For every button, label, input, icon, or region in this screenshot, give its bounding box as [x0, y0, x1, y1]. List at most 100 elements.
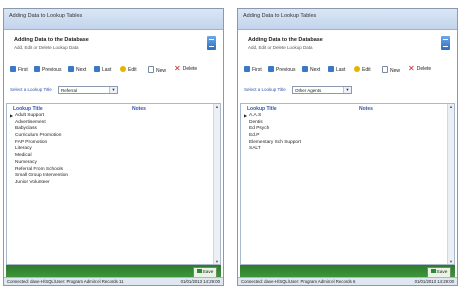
- header-title: Adding Data to the Database: [14, 37, 89, 43]
- new-button[interactable]: New: [148, 66, 166, 74]
- edit-icon: [120, 66, 126, 72]
- grid-rows: ▶ Adult Support Advertisement Babyclass Curr…: [10, 113, 68, 187]
- new-page-icon: [148, 66, 154, 73]
- column-header-notes[interactable]: Notes: [132, 106, 146, 112]
- lookup-title-cell: Numeracy: [15, 159, 37, 165]
- edit-icon: [354, 66, 360, 72]
- first-button[interactable]: First: [10, 66, 28, 73]
- lookup-window-right: Adding Data to Lookup Tables Adding Data…: [237, 8, 458, 286]
- previous-icon: [268, 66, 274, 72]
- lookup-title-cell: Medical: [15, 153, 32, 159]
- header-panel: Adding Data to the Database Add, Edit or…: [6, 30, 221, 60]
- status-bar: Connected: dave-H\SQL\User: Program Admi…: [4, 277, 223, 285]
- vertical-scrollbar[interactable]: ▲ ▼: [213, 104, 220, 264]
- save-icon: [430, 269, 436, 273]
- table-row[interactable]: ▶ A.A.S: [244, 113, 301, 120]
- lookup-title-cell: Dentis: [249, 119, 263, 125]
- lookup-window-left: Adding Data to Lookup Tables Adding Data…: [3, 8, 224, 286]
- scroll-up-icon[interactable]: ▲: [214, 104, 220, 109]
- new-button[interactable]: New: [382, 66, 400, 74]
- table-row[interactable]: Medical: [10, 153, 68, 160]
- previous-button[interactable]: Previous: [268, 66, 295, 73]
- toolbar: First Previous Next Last Edit New ✕ Delet…: [6, 64, 221, 78]
- header-panel: Adding Data to the Database Add, Edit or…: [240, 30, 455, 60]
- header-title: Adding Data to the Database: [248, 37, 323, 43]
- row-selector-icon: ▶: [10, 113, 14, 118]
- table-row[interactable]: SALT: [244, 146, 301, 153]
- delete-icon: ✕: [408, 64, 415, 73]
- previous-icon: [34, 66, 40, 72]
- new-page-icon: [382, 66, 388, 73]
- vertical-scrollbar[interactable]: ▲ ▼: [447, 104, 454, 264]
- database-icon: [207, 36, 216, 50]
- table-row[interactable]: Ed.P: [244, 133, 301, 140]
- lookup-title-cell: Babyclass: [15, 126, 37, 132]
- scroll-down-icon[interactable]: ▼: [448, 259, 454, 264]
- first-button[interactable]: First: [244, 66, 262, 73]
- delete-button[interactable]: ✕ Delete: [408, 64, 431, 73]
- column-header-lookup-title[interactable]: Lookup Title: [13, 106, 43, 112]
- lookup-title-select[interactable]: Referral ▼: [58, 86, 118, 94]
- lookup-title-select[interactable]: Other Agents ▼: [292, 86, 352, 94]
- first-icon: [244, 66, 250, 72]
- previous-button[interactable]: Previous: [34, 66, 61, 73]
- status-datetime: 01/01/2013 14:29:00: [180, 279, 220, 284]
- row-selector-icon: ▶: [244, 113, 248, 118]
- lookup-title-cell: Junior Volunteer: [15, 179, 50, 185]
- status-bar: Connected: dave-H\SQL\User: Program Admi…: [238, 277, 457, 285]
- lookup-title-cell: A.A.S: [249, 113, 262, 118]
- column-header-notes[interactable]: Notes: [359, 106, 373, 112]
- grid-rows: ▶ A.A.S Dentis Ed Psych Ed.P Elementary Sch S…: [244, 113, 301, 153]
- lookup-select-row: Select a Lookup Title Other Agents ▼: [240, 85, 455, 97]
- lookup-title-cell: Referral From Schools: [15, 166, 63, 172]
- next-icon: [302, 66, 308, 72]
- lookup-title-cell: Small Group Intervention: [15, 173, 69, 179]
- lookup-title-cell: Literacy: [15, 146, 32, 152]
- edit-button[interactable]: Edit: [354, 66, 371, 73]
- lookup-grid: Lookup Title Notes ▶ Adult Support Adverti…: [6, 103, 221, 265]
- last-button[interactable]: Last: [94, 66, 111, 73]
- table-row[interactable]: Small Group Intervention: [10, 173, 68, 180]
- title-bar: Adding Data to Lookup Tables: [238, 9, 457, 30]
- window-title: Adding Data to Lookup Tables: [9, 13, 83, 19]
- scroll-down-icon[interactable]: ▼: [214, 259, 220, 264]
- lookup-select-row: Select a Lookup Title Referral ▼: [6, 85, 221, 97]
- first-icon: [10, 66, 16, 72]
- header-subtitle: Add, Edit or Delete Lookup Data: [14, 45, 79, 50]
- chevron-down-icon[interactable]: ▼: [109, 87, 117, 93]
- edit-button[interactable]: Edit: [120, 66, 137, 73]
- header-subtitle: Add, Edit or Delete Lookup Data: [248, 45, 313, 50]
- lookup-grid: Lookup Title Notes ▶ A.A.S Dentis Ed Psych E…: [240, 103, 455, 265]
- select-label: Select a Lookup Title: [244, 87, 286, 92]
- status-connection: Connected: dave-H\SQL\User: Program Admi…: [241, 279, 356, 284]
- table-row[interactable]: Numeracy: [10, 160, 68, 167]
- lookup-title-cell: Curriculum Promotion: [15, 133, 62, 139]
- chevron-down-icon[interactable]: ▼: [343, 87, 351, 93]
- next-button[interactable]: Next: [302, 66, 320, 73]
- lookup-title-cell: Ed.P: [249, 133, 260, 139]
- table-row[interactable]: Junior Volunteer: [10, 180, 68, 187]
- next-button[interactable]: Next: [68, 66, 86, 73]
- lookup-title-cell: Adult Support: [15, 113, 45, 118]
- delete-icon: ✕: [174, 64, 181, 73]
- table-row[interactable]: Curriculum Promotion: [10, 133, 68, 140]
- title-bar: Adding Data to Lookup Tables: [4, 9, 223, 30]
- lookup-title-cell: Ed Psych: [249, 126, 270, 132]
- next-icon: [68, 66, 74, 72]
- last-button[interactable]: Last: [328, 66, 345, 73]
- last-icon: [94, 66, 100, 72]
- lookup-title-cell: FAP Promotion: [15, 139, 48, 145]
- lookup-title-cell: Advertisement: [15, 119, 46, 125]
- table-row[interactable]: ▶ Adult Support: [10, 113, 68, 120]
- status-datetime: 01/01/2013 14:29:00: [414, 279, 454, 284]
- lookup-title-cell: SALT: [249, 146, 261, 152]
- last-icon: [328, 66, 334, 72]
- lookup-title-cell: Elementary Sch Support: [249, 139, 301, 145]
- select-label: Select a Lookup Title: [10, 87, 52, 92]
- column-header-lookup-title[interactable]: Lookup Title: [247, 106, 277, 112]
- toolbar: First Previous Next Last Edit New ✕ Delet…: [240, 64, 455, 78]
- window-title: Adding Data to Lookup Tables: [243, 13, 317, 19]
- database-icon: [441, 36, 450, 50]
- delete-button[interactable]: ✕ Delete: [174, 64, 197, 73]
- scroll-up-icon[interactable]: ▲: [448, 104, 454, 109]
